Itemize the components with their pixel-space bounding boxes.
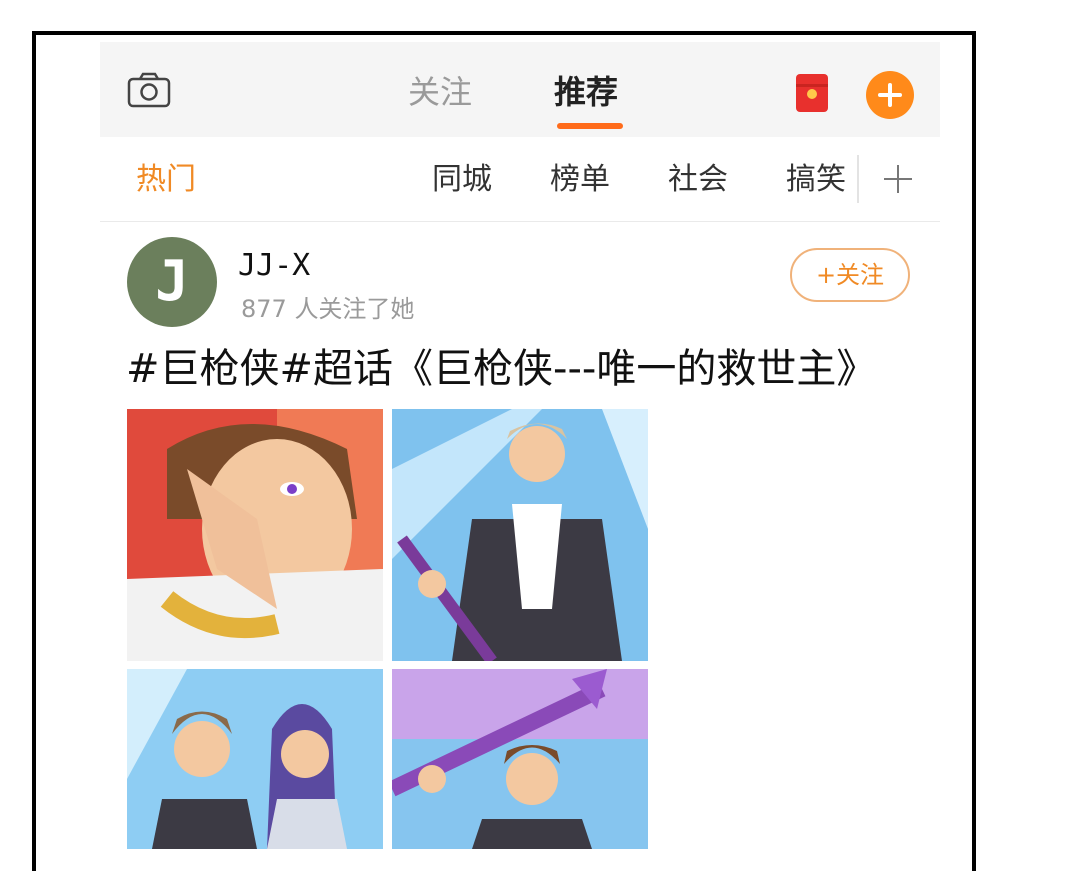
category-rankings[interactable]: 榜单: [550, 161, 610, 199]
top-navigation-bar: 关注 推荐: [100, 42, 940, 138]
category-local[interactable]: 同城: [432, 161, 492, 199]
active-tab-indicator: [557, 123, 623, 129]
plus-circle-icon[interactable]: [866, 71, 914, 119]
category-bar: 热门 同城 榜单 社会 搞笑: [100, 137, 940, 222]
red-packet-icon[interactable]: [796, 74, 828, 112]
camera-icon[interactable]: [127, 72, 171, 108]
category-hot[interactable]: 热门: [136, 161, 196, 199]
post-username[interactable]: JJ-X: [238, 248, 310, 284]
tab-follow[interactable]: 关注: [408, 72, 472, 112]
follower-count: 877 人关注了她: [241, 295, 415, 323]
post-image-3[interactable]: [127, 669, 383, 849]
tab-recommend[interactable]: 推荐: [554, 72, 618, 112]
post-image-2[interactable]: [392, 409, 648, 661]
post-image-4[interactable]: [392, 669, 648, 849]
avatar[interactable]: J: [127, 237, 217, 327]
follow-button[interactable]: +关注: [790, 248, 910, 302]
category-divider: [857, 155, 859, 203]
category-funny[interactable]: 搞笑: [786, 161, 846, 199]
post-image-1[interactable]: [127, 409, 383, 661]
post-text[interactable]: #巨枪侠#超话《巨枪侠---唯一的救世主》: [126, 342, 876, 396]
category-society[interactable]: 社会: [668, 161, 728, 199]
plus-icon[interactable]: [880, 161, 916, 197]
